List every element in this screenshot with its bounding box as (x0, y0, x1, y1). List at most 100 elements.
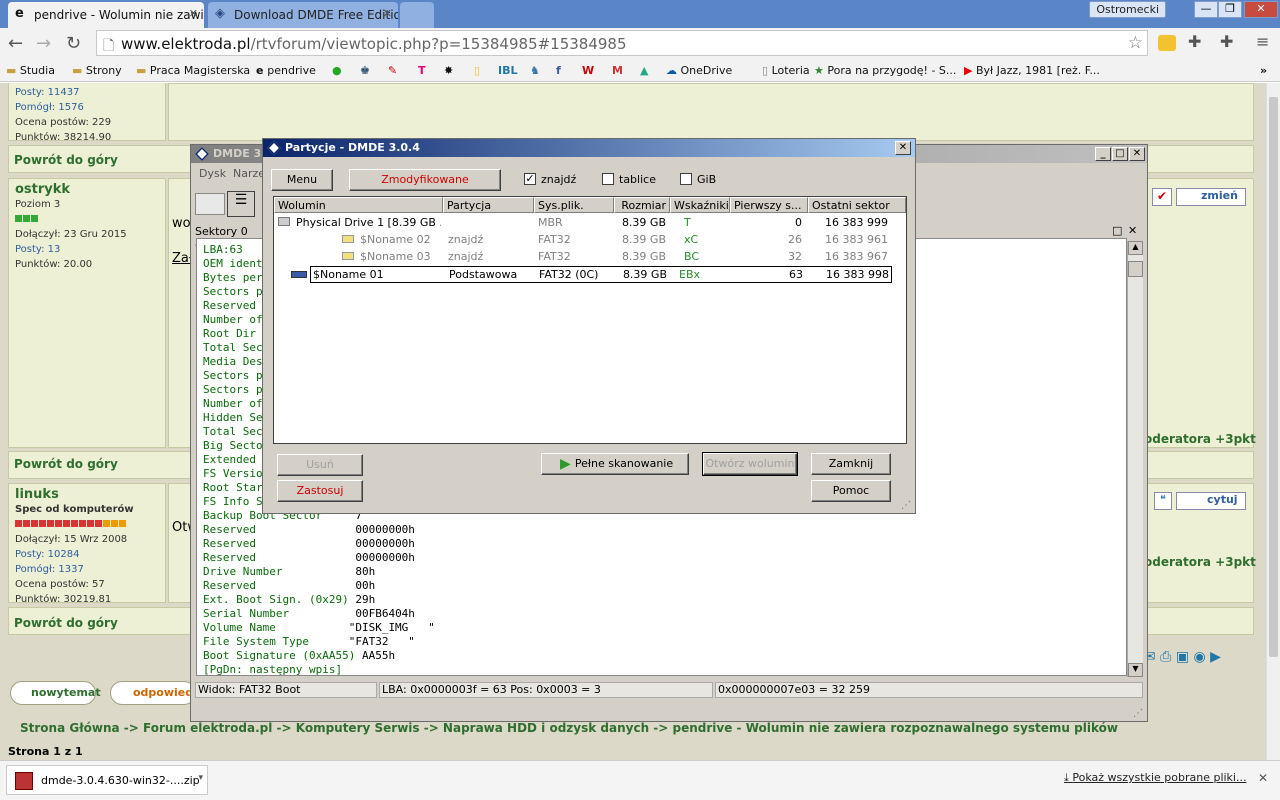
facebook-icon[interactable]: f (556, 62, 561, 80)
new-tab-button[interactable] (400, 2, 434, 28)
find-checkbox[interactable]: ✓ (524, 173, 536, 185)
t-mobile-icon[interactable]: T (418, 62, 426, 80)
scrollbar-thumb[interactable] (1269, 97, 1278, 657)
bookmark-jazz[interactable]: ▶ Był Jazz, 1981 [reż. F... (964, 62, 1100, 80)
close-icon[interactable]: ✕ (895, 141, 911, 155)
post-action-icons[interactable]: ✉ ⎙ ▣ ◉ ▶ (1144, 649, 1221, 665)
col-filesystem[interactable]: Sys.plik. (534, 197, 614, 213)
bookmark-studia[interactable]: ▬ Studia (6, 62, 55, 80)
resize-grip-icon[interactable]: ⋰ (901, 500, 911, 511)
moderator-link[interactable]: oderatora +3pkt (1144, 555, 1256, 569)
col-flags[interactable]: Wskaźniki (670, 197, 730, 213)
helped-count[interactable]: Pomógł: 1337 (15, 562, 159, 577)
goto-top-link[interactable]: Powrót do góry (14, 153, 118, 167)
minimize-icon[interactable]: _ (1095, 147, 1111, 161)
toolbar-drive-icon[interactable] (195, 193, 225, 215)
scrollbar-thumb[interactable] (1128, 261, 1143, 277)
close-button[interactable]: Zamknij (811, 453, 891, 475)
page-scrollbar[interactable] (1266, 83, 1280, 760)
vivi-icon[interactable]: ✎ (388, 62, 397, 80)
goto-top-link[interactable]: Powrót do góry (14, 457, 118, 471)
scroll-up-icon[interactable]: ▲ (1128, 241, 1143, 255)
close-icon[interactable]: ✕ (1129, 147, 1145, 161)
partitions-table[interactable]: Wolumin Partycja Sys.plik. Rozmiar Wskaź… (273, 196, 907, 444)
col-volume[interactable]: Wolumin (274, 197, 443, 213)
ibl-icon[interactable]: IBL (498, 62, 518, 80)
address-bar[interactable]: 🗋 www.elektroda.pl/rtvforum/viewtopic.ph… (96, 30, 1148, 56)
close-tab-icon[interactable]: ✕ (189, 7, 198, 20)
menu-icon[interactable]: ≡ (1256, 32, 1269, 51)
help-button[interactable]: Pomoc (811, 480, 891, 502)
helped-count[interactable]: Pomógł: 1576 (15, 100, 159, 115)
bookmark-strony[interactable]: ▬ Strony (72, 62, 122, 80)
close-window-icon[interactable]: ✕ (1244, 1, 1278, 18)
open-volume-button[interactable]: Otwórz wolumin (702, 452, 798, 476)
username[interactable]: ostrykk (15, 182, 159, 197)
table-row-selected[interactable]: $Noname 01 Podstawowa FAT32 (0C) 8.39 GB… (291, 266, 892, 283)
new-topic-button[interactable]: nowytemat (10, 681, 101, 705)
bird-icon[interactable]: ♞ (530, 62, 540, 80)
col-partition[interactable]: Partycja (443, 197, 534, 213)
bookmark-praca[interactable]: ▬ Praca Magisterska (136, 62, 250, 80)
close-tab-icon[interactable]: ✕ (383, 7, 392, 20)
table-row[interactable]: $Noname 02 znajdź FAT32 8.39 GB xC 26 16… (274, 232, 906, 248)
reload-icon[interactable]: ↻ (66, 33, 81, 54)
gmail-icon[interactable]: M (612, 62, 623, 80)
col-last-sector[interactable]: Ostatni sektor (808, 197, 906, 213)
goto-top-link[interactable]: Powrót do góry (14, 616, 118, 630)
maximize-icon[interactable]: □ (1112, 224, 1122, 237)
moderator-link[interactable]: oderatora +3pkt (1144, 432, 1256, 446)
reply-button[interactable]: odpowiedz (110, 681, 196, 705)
star-black-icon[interactable]: ✸ (444, 62, 453, 80)
modified-button[interactable]: Zmodyfikowane (349, 169, 501, 191)
bookmark-przygoda[interactable]: ★ Pora na przygodę! - S... (814, 62, 956, 80)
back-icon[interactable]: ← (8, 33, 23, 54)
chevron-down-icon[interactable]: ▾ (198, 773, 203, 783)
puzzle-icon[interactable]: ✚ (1188, 32, 1201, 51)
profile-name[interactable]: Ostromecki (1089, 1, 1166, 18)
table-row[interactable]: $Noname 03 znajdź FAT32 8.39 GB BC 32 16… (274, 249, 906, 265)
close-icon[interactable]: ✕ (1128, 224, 1137, 237)
wp-icon[interactable]: W (582, 62, 594, 80)
drive-icon[interactable]: ▲ (640, 62, 648, 80)
quote-button[interactable]: cytuj (1176, 492, 1246, 510)
spotify-icon[interactable]: ● (332, 62, 342, 80)
more-bookmarks-icon[interactable]: » (1260, 62, 1267, 80)
toolbar-list-icon[interactable]: ☰ (227, 191, 255, 217)
col-first-sector[interactable]: Pierwszy s... (730, 197, 808, 213)
hex-scrollbar[interactable]: ▲ ▼ (1127, 241, 1143, 677)
edit-button[interactable]: zmień (1176, 188, 1246, 206)
extensions-icon[interactable]: ✚ (1220, 32, 1233, 51)
apply-button[interactable]: Zastosuj (277, 480, 363, 502)
delete-post-icon[interactable]: ✔ (1152, 188, 1172, 206)
show-all-downloads-link[interactable]: ⤓ Pokaż wszystkie pobrane pliki... (1064, 771, 1246, 785)
posts-count[interactable]: Posty: 11437 (15, 85, 159, 100)
tab-elektroda[interactable]: e pendrive - Wolumin nie zawi ✕ (8, 2, 204, 28)
posts-count[interactable]: Posty: 10284 (15, 547, 159, 562)
username[interactable]: linuks (15, 487, 159, 502)
dialog-titlebar[interactable]: Partycje - DMDE 3.0.4 ✕ (263, 139, 915, 157)
restore-icon[interactable]: ❐ (1218, 1, 1242, 18)
bookmark-onedrive[interactable]: ☁ OneDrive (666, 62, 732, 80)
full-scan-button[interactable]: ▶ Pełne skanowanie (541, 453, 689, 475)
forward-icon[interactable]: → (36, 33, 51, 54)
bank-icon[interactable]: ♚ (360, 62, 370, 80)
col-size[interactable]: Rozmiar (614, 197, 670, 213)
delete-button[interactable]: Usuń (277, 454, 363, 476)
star-icon[interactable]: ☆ (1128, 33, 1143, 53)
tab-dmde-download[interactable]: ◈ Download DMDE Free Edition ✕ (208, 2, 398, 28)
scroll-down-icon[interactable]: ▼ (1128, 663, 1143, 677)
tables-checkbox[interactable] (602, 173, 614, 185)
menu-dysk[interactable]: Dysk (199, 167, 226, 180)
note-icon[interactable]: ▯ (474, 62, 480, 80)
bookmark-pendrive[interactable]: e pendrive (256, 62, 316, 80)
menu-button[interactable]: Menu (271, 169, 333, 191)
close-icon[interactable]: ✕ (1258, 771, 1268, 785)
bookmark-loteria[interactable]: ▯ Loteria (762, 62, 810, 80)
download-item[interactable]: dmde-3.0.4.630-win32-....zip ▾ (6, 765, 208, 795)
quote-icon[interactable]: ❝ (1154, 492, 1172, 510)
resize-grip-icon[interactable]: ⋰ (1133, 708, 1143, 719)
minimize-icon[interactable]: — (1194, 1, 1218, 18)
extension-icon[interactable] (1158, 35, 1176, 51)
maximize-icon[interactable]: □ (1112, 147, 1128, 161)
